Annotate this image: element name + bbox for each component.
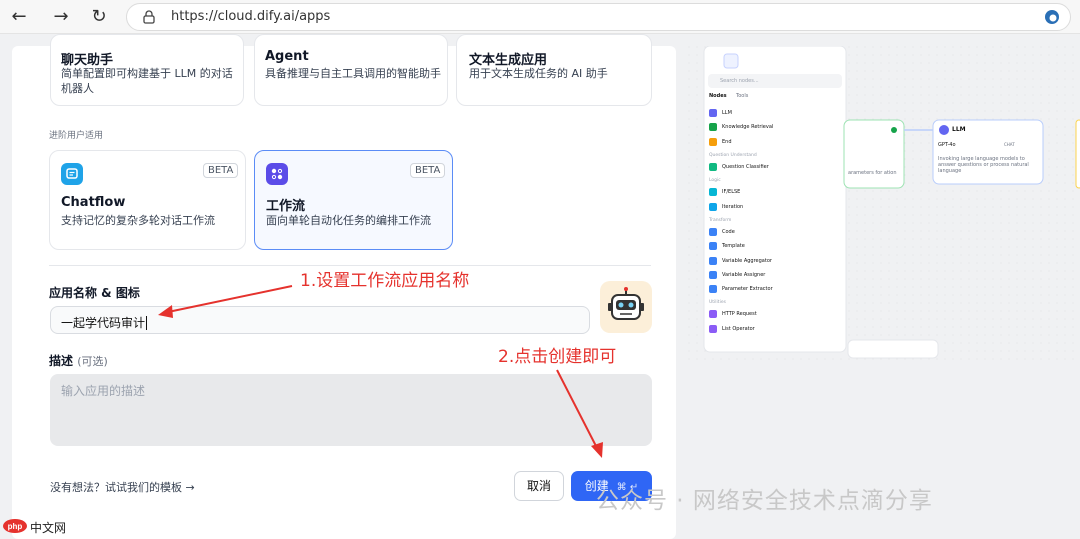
php-logo-icon: php [3, 519, 27, 533]
node-list-item[interactable]: Variable Aggregator [709, 253, 839, 267]
svg-text:php: php [8, 522, 23, 531]
node-type-icon [709, 242, 717, 251]
node-list-label: IF/ELSE [722, 189, 741, 196]
node-type-icon [709, 123, 717, 132]
node-group-title: Utilities [709, 300, 726, 306]
watermark-text: 公众号 · 网络安全技术点滴分享 [596, 488, 933, 514]
node-group-title: Logic [709, 178, 721, 184]
tab-nodes[interactable]: Nodes [709, 93, 727, 99]
node-type-icon [709, 324, 717, 333]
node-list-label: Code [722, 228, 735, 235]
node-group-title: Question Understand [709, 152, 757, 158]
node-list-label: HTTP Request [722, 311, 757, 318]
node-list-item[interactable]: IF/ELSE [709, 185, 839, 199]
node-type-icon [709, 270, 717, 279]
llm-node-model: GPT-4o [938, 142, 956, 148]
node-group-title: Transform [709, 217, 732, 223]
annotation-arrow-2 [556, 369, 598, 449]
node-type-icon [709, 137, 717, 146]
node-list-label: End [722, 138, 732, 145]
node-type-icon [709, 163, 717, 172]
node-list-item[interactable]: Question Classifier [709, 160, 839, 174]
node-list-label: Variable Assigner [722, 271, 766, 278]
node-list-label: Question Classifier [722, 164, 769, 171]
tab-tools[interactable]: Tools [736, 93, 748, 99]
node-list-label: Template [722, 243, 745, 250]
node-type-icon [709, 202, 717, 211]
node-list-item[interactable]: Knowledge Retrieval [709, 120, 839, 134]
node-list: LLM Knowledge Retrieval End Question Unders… [709, 106, 839, 336]
node-type-icon [709, 310, 717, 319]
node-list-item[interactable]: Iteration [709, 199, 839, 213]
node-list-item[interactable]: Variable Assigner [709, 268, 839, 282]
node-list-label: Parameter Extractor [722, 286, 773, 293]
node-list-label: List Operator [722, 325, 755, 332]
node-list-item[interactable]: List Operator [709, 322, 839, 336]
node-list-label: LLM [722, 110, 732, 117]
annotation-arrowhead-2 [591, 442, 603, 458]
llm-node-title: LLM [952, 126, 966, 133]
node-list-item[interactable]: LLM [709, 106, 839, 120]
node-list-label: Knowledge Retrieval [722, 124, 774, 131]
node-type-icon [709, 256, 717, 265]
site-logo: php 中文网 [2, 517, 92, 537]
node-list-item[interactable]: Parameter Extractor [709, 282, 839, 296]
annotation-arrow-1 [167, 285, 293, 313]
llm-node-desc: Invoking large language models to answer… [938, 156, 1029, 174]
node-list-item[interactable]: End [709, 135, 839, 149]
workflow-preview: Search nodes... Nodes Tools LLM Knowledge… [688, 46, 1080, 366]
node-type-icon [709, 227, 717, 236]
llm-node-mode: CHAT [1004, 142, 1015, 147]
node-type-icon [709, 188, 717, 197]
node-list-item[interactable]: HTTP Request [709, 307, 839, 321]
site-logo-text: 中文网 [30, 521, 67, 535]
annotation-arrowhead-1 [158, 305, 173, 318]
node-list-label: Variable Aggregator [722, 257, 772, 264]
node-list-item[interactable]: Template [709, 239, 839, 253]
start-node-partial-text: arameters for ation [848, 170, 897, 176]
node-list-item[interactable]: Code [709, 225, 839, 239]
node-list-label: Iteration [722, 203, 744, 210]
node-search-placeholder: Search nodes... [720, 78, 759, 84]
node-type-icon [709, 285, 717, 294]
node-type-icon [709, 109, 717, 118]
